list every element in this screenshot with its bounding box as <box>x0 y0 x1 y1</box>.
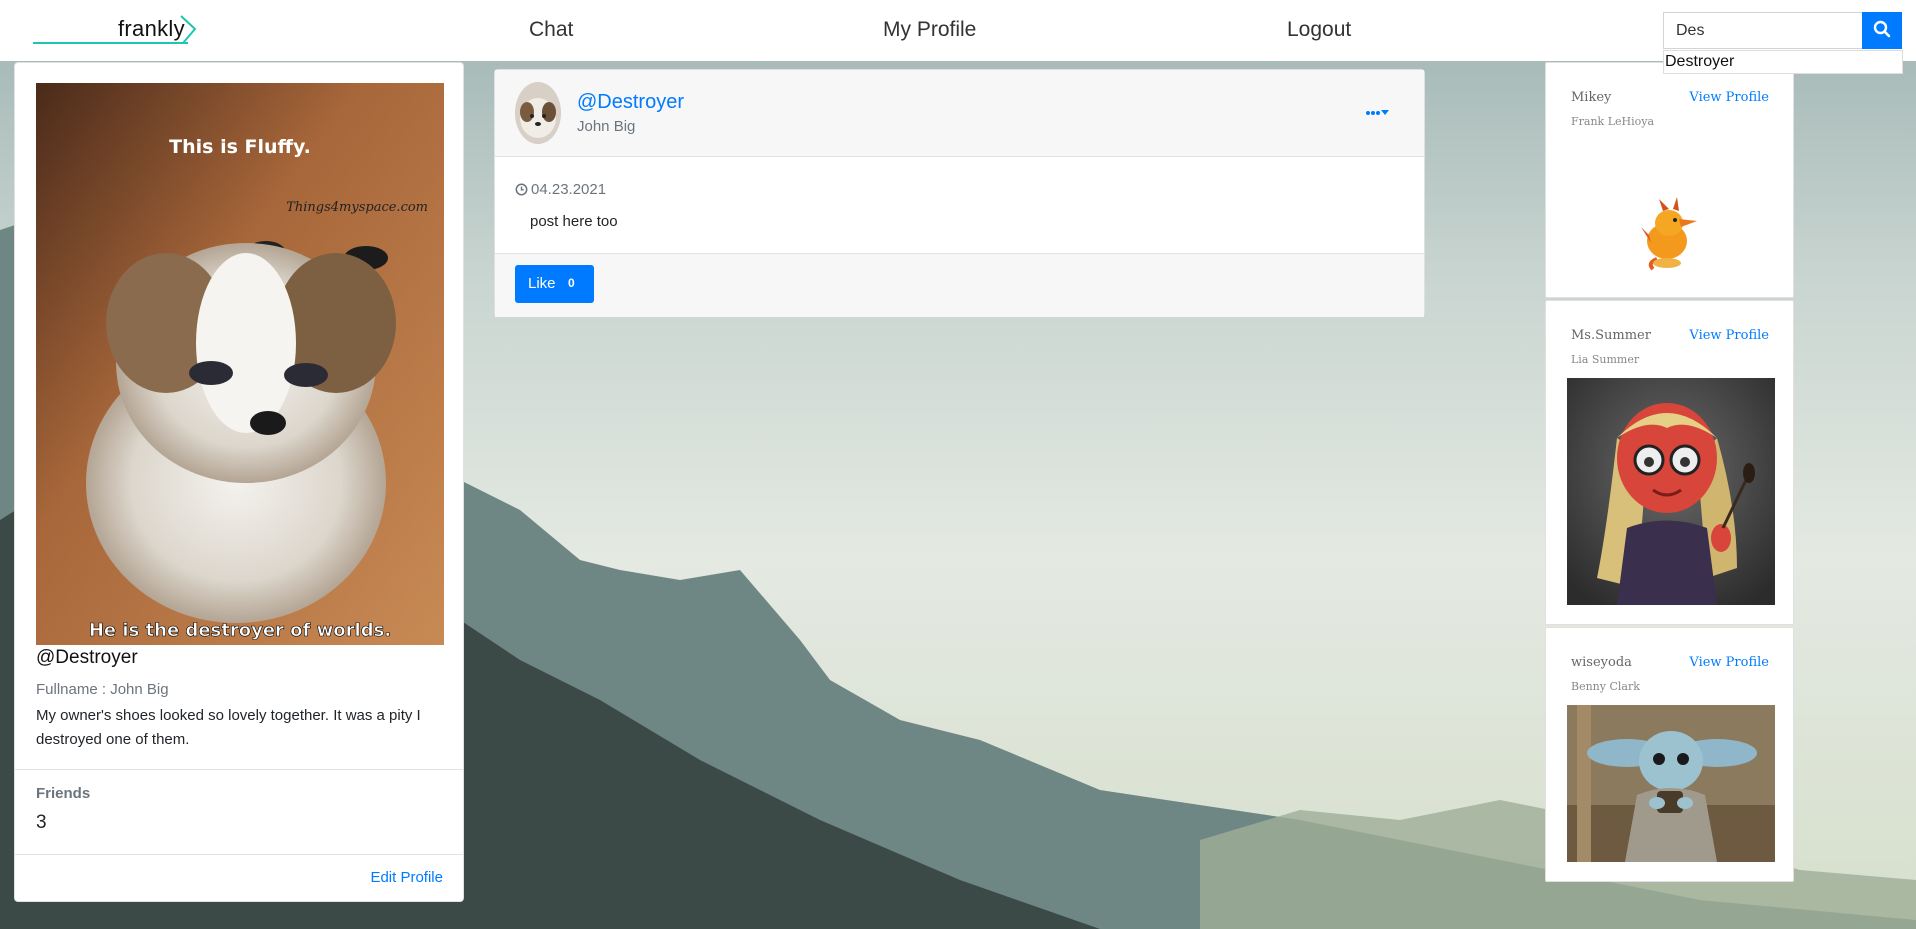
profile-bio: My owner's shoes looked so lovely togeth… <box>36 707 421 748</box>
post-card: @Destroyer John Big 04.23.2021 post here… <box>494 69 1425 317</box>
post-options-button[interactable] <box>1364 103 1394 123</box>
friend-username: Mikey <box>1571 90 1612 105</box>
friend-card: Mikey View Profile Frank LeHioya <box>1545 62 1794 298</box>
friend-fullname: Benny Clark <box>1571 680 1640 693</box>
friend-avatar <box>1567 163 1774 283</box>
search-icon <box>1873 20 1891 38</box>
avatar[interactable] <box>515 82 561 144</box>
friend-username: wiseyoda <box>1571 655 1632 670</box>
friend-avatar <box>1567 378 1775 605</box>
view-profile-link[interactable]: View Profile <box>1689 90 1769 105</box>
nav-logout-link[interactable]: Logout <box>1287 18 1351 42</box>
post-author-handle[interactable]: @Destroyer <box>577 91 684 114</box>
post-text: post here too <box>530 213 618 230</box>
nav-chat-link[interactable]: Chat <box>529 18 573 42</box>
friend-card: Ms.Summer View Profile Lia Summer <box>1545 300 1794 625</box>
top-navbar: frankly Chat My Profile Logout <box>0 0 1916 61</box>
suggestion-item[interactable]: Destroyer <box>1664 51 1902 73</box>
profile-card: This is Fluffy. Things4myspace.com He is… <box>14 62 464 902</box>
view-profile-link[interactable]: View Profile <box>1689 655 1769 670</box>
clock-icon <box>515 183 528 196</box>
divider <box>15 854 463 855</box>
brand-name: frankly <box>118 16 185 41</box>
post-header: @Destroyer John Big <box>495 70 1424 157</box>
search-button[interactable] <box>1862 12 1902 49</box>
photo-caption-top: This is Fluffy. <box>169 136 311 158</box>
like-label: Like <box>528 275 556 292</box>
photo-caption-bottom: He is the destroyer of worlds. <box>89 620 391 641</box>
friend-avatar <box>1567 705 1775 862</box>
like-button[interactable]: Like 0 <box>515 265 594 303</box>
post-date: 04.23.2021 <box>515 181 606 198</box>
profile-handle: @Destroyer <box>36 647 138 668</box>
photo-watermark: Things4myspace.com <box>286 200 428 215</box>
search-input[interactable] <box>1663 12 1863 49</box>
ellipsis-caret-icon <box>1366 110 1389 115</box>
friend-fullname: Lia Summer <box>1571 353 1640 366</box>
nav-my-profile-link[interactable]: My Profile <box>883 18 976 42</box>
post-body: 04.23.2021 post here too <box>495 157 1424 253</box>
edit-profile-link[interactable]: Edit Profile <box>370 869 443 886</box>
profile-fullname: Fullname : John Big <box>36 681 169 698</box>
friend-fullname: Frank LeHioya <box>1571 115 1655 128</box>
profile-photo: This is Fluffy. Things4myspace.com He is… <box>36 83 444 645</box>
view-profile-link[interactable]: View Profile <box>1689 328 1769 343</box>
friends-count: 3 <box>36 812 47 833</box>
friend-card: wiseyoda View Profile Benny Clark <box>1545 627 1794 882</box>
friend-username: Ms.Summer <box>1571 328 1651 343</box>
brand-logo[interactable]: frankly <box>33 14 197 46</box>
post-date-text: 04.23.2021 <box>531 181 607 198</box>
post-footer: Like 0 <box>495 253 1424 317</box>
divider <box>15 769 463 770</box>
like-count-badge: 0 <box>568 276 575 290</box>
post-author-name: John Big <box>577 118 636 135</box>
search-suggestions: Destroyer <box>1663 50 1903 74</box>
friends-label: Friends <box>36 785 91 802</box>
